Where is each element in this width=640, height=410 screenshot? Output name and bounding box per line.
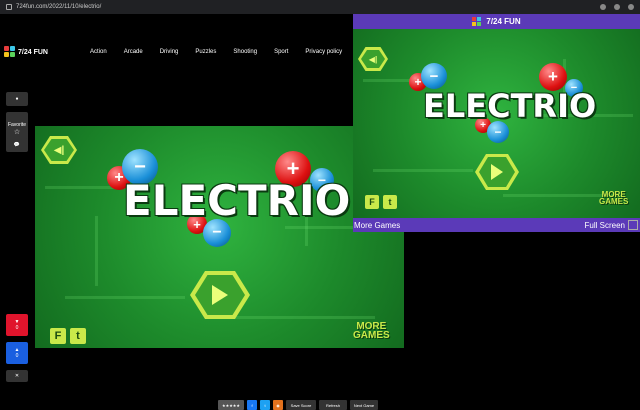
more-games-logo[interactable]: MORE GAMES [353, 322, 390, 341]
popup-logo-icon [472, 16, 482, 27]
twitter-share-icon[interactable]: t [260, 400, 270, 410]
nav-puzzles[interactable]: Puzzles [195, 49, 216, 55]
game-title: ELECTRIO [123, 176, 351, 225]
more-games-line2: GAMES [353, 330, 390, 341]
comment-icon: 💬 [13, 142, 21, 148]
menu-icon[interactable] [628, 4, 634, 10]
twitter-button[interactable]: t [70, 328, 86, 344]
full-screen-link[interactable]: Full Screen [585, 221, 625, 230]
speaker-icon: ◀| [53, 144, 65, 156]
save-score-button[interactable]: Save Score [286, 400, 316, 410]
nav-privacy-policy[interactable]: Privacy policy [305, 49, 342, 55]
info-icon: ● [15, 96, 19, 102]
popup-sound-button[interactable]: ◀| [358, 47, 388, 71]
play-icon [212, 285, 228, 305]
star-icon: ☆ [13, 129, 21, 136]
like-button[interactable]: ▲ 0 [6, 342, 28, 364]
popup-facebook-button[interactable]: F [365, 195, 379, 209]
dislike-count: 0 [15, 325, 19, 331]
more-games-line2: GAMES [599, 197, 629, 207]
more-games-link[interactable]: More Games [354, 221, 400, 230]
nav-driving[interactable]: Driving [160, 49, 179, 55]
lock-icon [6, 4, 12, 10]
facebook-share-icon[interactable]: f [247, 400, 257, 410]
popup-preview: 7/24 FUN ◀| + − + − + − ELECTRIO F t MOR… [353, 14, 640, 232]
rss-icon[interactable]: ◉ [273, 400, 283, 410]
shuffle-button[interactable]: ✕ [6, 370, 28, 382]
refresh-button[interactable]: Refresh [319, 400, 347, 410]
shuffle-icon: ✕ [14, 373, 20, 379]
comment-button[interactable]: 💬 [6, 138, 28, 152]
play-icon [491, 164, 503, 180]
sound-button[interactable]: ◀| [41, 136, 77, 164]
nav-action[interactable]: Action [90, 49, 107, 55]
extension-icon[interactable] [600, 4, 606, 10]
logo-icon [4, 46, 16, 58]
info-button[interactable]: ● [6, 92, 28, 106]
play-button[interactable] [190, 271, 250, 319]
popup-play-button[interactable] [475, 154, 519, 190]
logo-text: 7/24 FUN [18, 48, 48, 56]
game-toolbar: ★★★★★ f t ◉ Save Score Refresh Next Game [218, 400, 378, 410]
game-canvas[interactable]: ◀| + − + − + − ELECTRIO F t MORE GAMES [35, 126, 404, 348]
nav-sport[interactable]: Sport [274, 49, 288, 55]
browser-address-bar[interactable]: 724fun.com/2022/11/10/electrio/ [0, 0, 640, 14]
dislike-button[interactable]: ▼ 0 [6, 314, 28, 336]
main-nav: Action Arcade Driving Puzzles Shooting S… [90, 49, 359, 55]
negative-ball-icon: − [421, 63, 447, 89]
resize-icon[interactable] [628, 220, 638, 230]
browser-actions [600, 4, 634, 10]
rating-stars[interactable]: ★★★★★ [218, 400, 244, 410]
popup-title: 7/24 FUN [486, 17, 521, 26]
site-logo[interactable]: 7/24 FUN [4, 46, 48, 58]
popup-footer: More Games Full Screen [353, 218, 640, 232]
profile-icon[interactable] [614, 4, 620, 10]
popup-more-games-logo[interactable]: MORE GAMES [599, 190, 629, 207]
url-text[interactable]: 724fun.com/2022/11/10/electrio/ [16, 4, 101, 10]
popup-header: 7/24 FUN [353, 14, 640, 29]
popup-twitter-button[interactable]: t [383, 195, 397, 209]
popup-game-title: ELECTRIO [423, 87, 597, 125]
like-count: 0 [15, 353, 19, 359]
next-game-button[interactable]: Next Game [350, 400, 378, 410]
nav-arcade[interactable]: Arcade [124, 49, 143, 55]
speaker-icon: ◀| [368, 54, 378, 64]
nav-shooting[interactable]: Shooting [233, 49, 257, 55]
facebook-button[interactable]: F [50, 328, 66, 344]
popup-game-canvas[interactable]: ◀| + − + − + − ELECTRIO F t MORE GAMES [353, 29, 640, 218]
